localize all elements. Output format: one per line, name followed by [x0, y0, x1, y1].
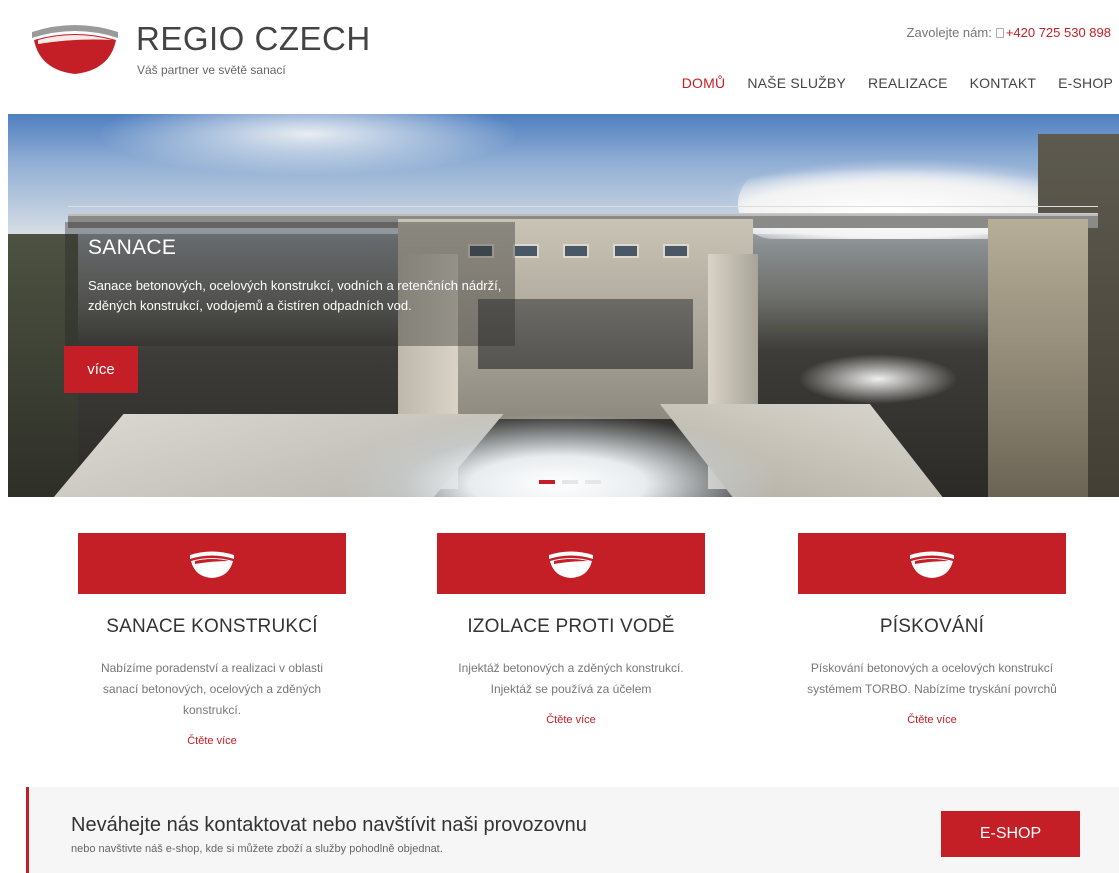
hero-image-window	[513, 244, 539, 258]
service-text: Pískování betonových a ocelových konstru…	[807, 661, 1057, 696]
service-card-piskovani: PÍSKOVÁNÍ Pískování betonových a ocelový…	[798, 533, 1066, 728]
nav-item-kontakt[interactable]: KONTAKT	[970, 75, 1036, 91]
service-title: IZOLACE PROTI VODĚ	[467, 616, 675, 637]
site-header: REGIO CZECH Váš partner ve světě sanací …	[0, 0, 1119, 114]
hero-image-window	[563, 244, 589, 258]
hero-slider[interactable]: SANACE Sanace betonových, ocelových kons…	[8, 114, 1119, 497]
slider-dot-1[interactable]	[539, 480, 555, 484]
logo-mark-icon	[549, 551, 593, 578]
read-more-link[interactable]: Čtěte více	[187, 735, 237, 747]
hero-title: SANACE	[88, 236, 177, 259]
service-card-izolace: IZOLACE PROTI VODĚ Injektáž betonových a…	[437, 533, 705, 728]
nav-item-realizace[interactable]: REALIZACE	[868, 75, 948, 91]
logo-mark-icon	[190, 551, 234, 578]
e-shop-button[interactable]: E-SHOP	[941, 811, 1080, 857]
cta-title: Neváhejte nás kontaktovat nebo navštívit…	[71, 814, 587, 836]
phone-icon	[995, 28, 1004, 38]
nav-item-e-shop[interactable]: E-SHOP	[1058, 75, 1113, 91]
hero-more-button[interactable]: více	[64, 346, 138, 393]
call-label: Zavolejte nám:	[906, 25, 992, 40]
hero-image-snow	[798, 354, 958, 404]
nav-item-nase-sluzby[interactable]: NAŠE SLUŽBY	[747, 75, 846, 91]
nav-item-domu[interactable]: DOMŮ	[682, 75, 726, 91]
contact-cta-banner: Neváhejte nás kontaktovat nebo navštívit…	[26, 787, 1119, 873]
service-icon-box[interactable]	[437, 533, 705, 594]
hero-text: Sanace betonových, ocelových konstrukcí,…	[88, 278, 502, 313]
brand-title[interactable]: REGIO CZECH	[136, 20, 371, 58]
hero-image-wall	[988, 219, 1088, 497]
read-more-link[interactable]: Čtěte více	[546, 714, 596, 726]
service-title: SANACE KONSTRUKCÍ	[106, 616, 318, 637]
call-info: Zavolejte nám: +420 725 530 898	[907, 25, 1111, 40]
read-more-link[interactable]: Čtěte více	[907, 714, 957, 726]
brand-tagline: Váš partner ve světě sanací	[137, 63, 286, 77]
slider-dots	[539, 480, 601, 484]
hero-image-window	[613, 244, 639, 258]
cta-subtitle: nebo navštivte náš e-shop, kde si můžete…	[71, 843, 443, 855]
hero-image-railing	[68, 206, 1098, 214]
service-text: Nabízíme poradenství a realizaci v oblas…	[100, 661, 324, 717]
service-card-sanace: SANACE KONSTRUKCÍ Nabízíme poradenství a…	[78, 533, 346, 749]
service-text: Injektáž betonových a zděných konstrukcí…	[458, 661, 684, 696]
main-nav: DOMŮ NAŠE SLUŽBY REALIZACE KONTAKT E-SHO…	[660, 75, 1113, 91]
service-icon-box[interactable]	[78, 533, 346, 594]
service-icon-box[interactable]	[798, 533, 1066, 594]
logo-icon[interactable]	[30, 18, 120, 76]
hero-image-window	[663, 244, 689, 258]
slider-dot-3[interactable]	[585, 480, 601, 484]
service-title: PÍSKOVÁNÍ	[879, 616, 985, 637]
logo-mark-icon	[910, 551, 954, 578]
slider-dot-2[interactable]	[562, 480, 578, 484]
phone-number-link[interactable]: +420 725 530 898	[1006, 25, 1111, 40]
